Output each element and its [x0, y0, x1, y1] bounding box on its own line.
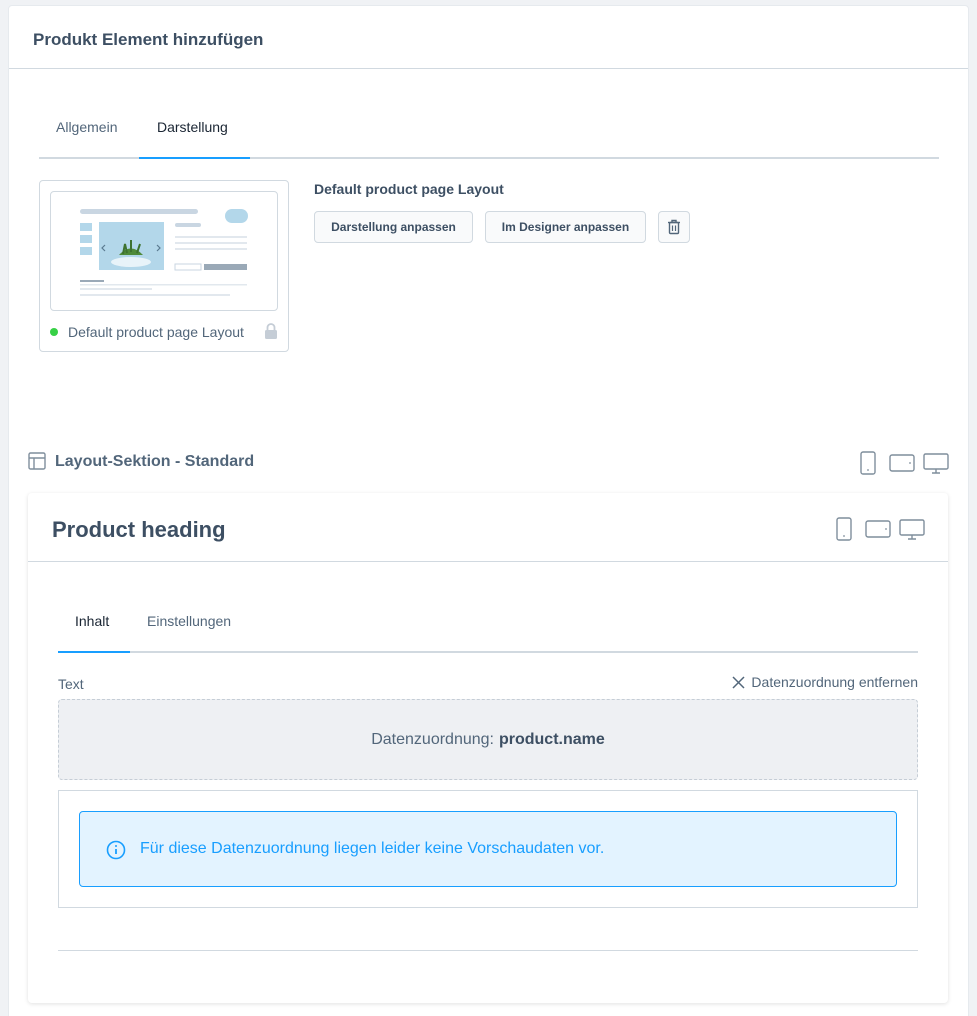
modal-title: Produkt Element hinzufügen	[33, 30, 264, 49]
tabs-baseline	[58, 651, 918, 653]
element-bottom-divider	[58, 950, 918, 951]
layout-section-title: Layout-Sektion - Standard	[55, 453, 255, 470]
layout-thumbnail-card[interactable]: Default product page Layout	[39, 180, 289, 352]
tab-active-underline	[58, 651, 130, 653]
info-alert: Für diese Datenzuordnung liegen leider k…	[79, 811, 897, 887]
tab-active-underline	[139, 157, 250, 159]
layout-preview-image	[50, 191, 278, 311]
text-field-label: Text	[58, 676, 84, 692]
remove-mapping-label: Datenzuordnung entfernen	[751, 674, 918, 690]
data-mapping-box: Datenzuordnung: product.name	[58, 699, 918, 780]
preview-area: Für diese Datenzuordnung liegen leider k…	[58, 790, 918, 908]
lock-icon	[265, 323, 277, 339]
mapping-prefix: Datenzuordnung:	[371, 730, 494, 748]
section-device-visibility	[859, 451, 949, 475]
close-icon	[732, 675, 745, 689]
tab-darstellung[interactable]: Darstellung	[157, 119, 228, 135]
designer-customize-button[interactable]: Im Designer anpassen	[485, 211, 646, 243]
tab-einstellungen[interactable]: Einstellungen	[147, 613, 231, 629]
element-title: Product heading	[52, 517, 226, 542]
layout-section-icon	[28, 452, 46, 470]
tablet-icon[interactable]	[865, 517, 891, 541]
layout-name: Default product page Layout	[314, 181, 504, 197]
status-dot	[50, 328, 58, 336]
mapping-value: product.name	[498, 730, 605, 748]
info-message: Für diese Datenzuordnung liegen leider k…	[140, 840, 605, 857]
element-tabs: Inhalt Einstellungen	[58, 613, 918, 653]
modal-tabs: Allgemein Darstellung	[39, 119, 939, 159]
element-card: Product heading Inhalt Einstellungen Tex…	[28, 493, 948, 1003]
mobile-icon[interactable]	[859, 451, 877, 475]
info-icon	[106, 840, 126, 860]
layout-thumbnail-footer: Default product page Layout	[50, 322, 278, 342]
mobile-icon[interactable]	[835, 517, 853, 541]
tab-allgemein[interactable]: Allgemein	[56, 119, 117, 135]
delete-layout-button[interactable]	[658, 211, 690, 243]
tablet-icon[interactable]	[889, 451, 915, 475]
trash-icon	[668, 219, 680, 235]
desktop-icon[interactable]	[923, 451, 949, 475]
layout-thumbnail-name: Default product page Layout	[68, 324, 244, 340]
element-header-divider	[28, 561, 948, 562]
customize-layout-button[interactable]: Darstellung anpassen	[314, 211, 473, 243]
remove-mapping-link[interactable]: Datenzuordnung entfernen	[732, 674, 918, 690]
element-device-visibility	[835, 517, 925, 541]
desktop-icon[interactable]	[899, 517, 925, 541]
tab-inhalt[interactable]: Inhalt	[75, 613, 109, 629]
modal-header-divider	[9, 68, 968, 69]
